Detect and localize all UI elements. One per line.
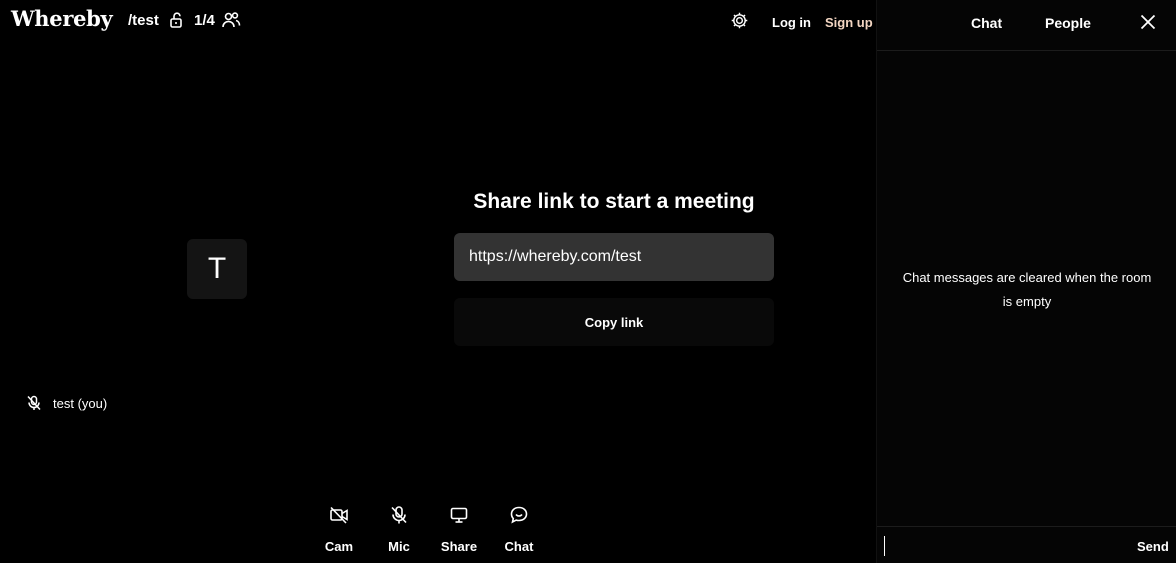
mic-muted-icon [391,506,407,524]
gear-icon[interactable] [730,11,749,30]
share-label: Share [440,539,478,554]
cam-label: Cam [324,539,354,554]
room-occupancy: 1/4 [194,12,215,29]
tab-people[interactable]: People [1045,15,1091,31]
chat-button[interactable]: Chat [489,500,549,560]
share-title: Share link to start a meeting [473,190,755,213]
meeting-room: Whereby /test 1/4 Log in Sign up T test … [0,0,1176,563]
chat-compose: Send [877,526,1176,563]
chat-bubble-icon [510,506,528,524]
mic-button[interactable]: Mic [369,500,429,560]
top-bar: Whereby /test 1/4 Log in Sign up [0,0,876,44]
people-icon[interactable] [221,10,241,30]
tab-chat[interactable]: Chat [971,15,1002,31]
mic-label: Mic [388,539,410,554]
cam-button[interactable]: Cam [309,500,369,560]
whereby-logo[interactable]: Whereby [11,6,113,31]
chat-label: Chat [504,539,534,554]
login-link[interactable]: Log in [772,15,811,30]
chat-side-panel: Chat People Chat messages are cleared wh… [876,0,1176,563]
send-button[interactable]: Send [1137,539,1169,554]
camera-off-icon [330,506,348,524]
share-screen-button[interactable]: Share [429,500,489,560]
close-icon[interactable] [1140,14,1156,30]
signup-link[interactable]: Sign up [825,15,873,33]
copy-link-button[interactable]: Copy link [454,298,774,346]
lock-open-icon[interactable] [167,11,185,29]
self-name-label: test (you) [26,393,107,413]
mic-muted-icon [27,395,41,411]
side-panel-header: Chat People [877,0,1176,51]
chat-message-input[interactable] [884,536,1119,556]
room-name: /test [128,12,159,29]
chat-empty-message: Chat messages are cleared when the room … [902,270,1152,309]
screen-share-icon [450,507,468,523]
avatar: T [187,239,247,299]
bottom-toolbar: Cam Mic Share Chat [309,500,549,560]
room-link-input[interactable] [454,233,774,281]
self-name: test (you) [53,395,108,411]
